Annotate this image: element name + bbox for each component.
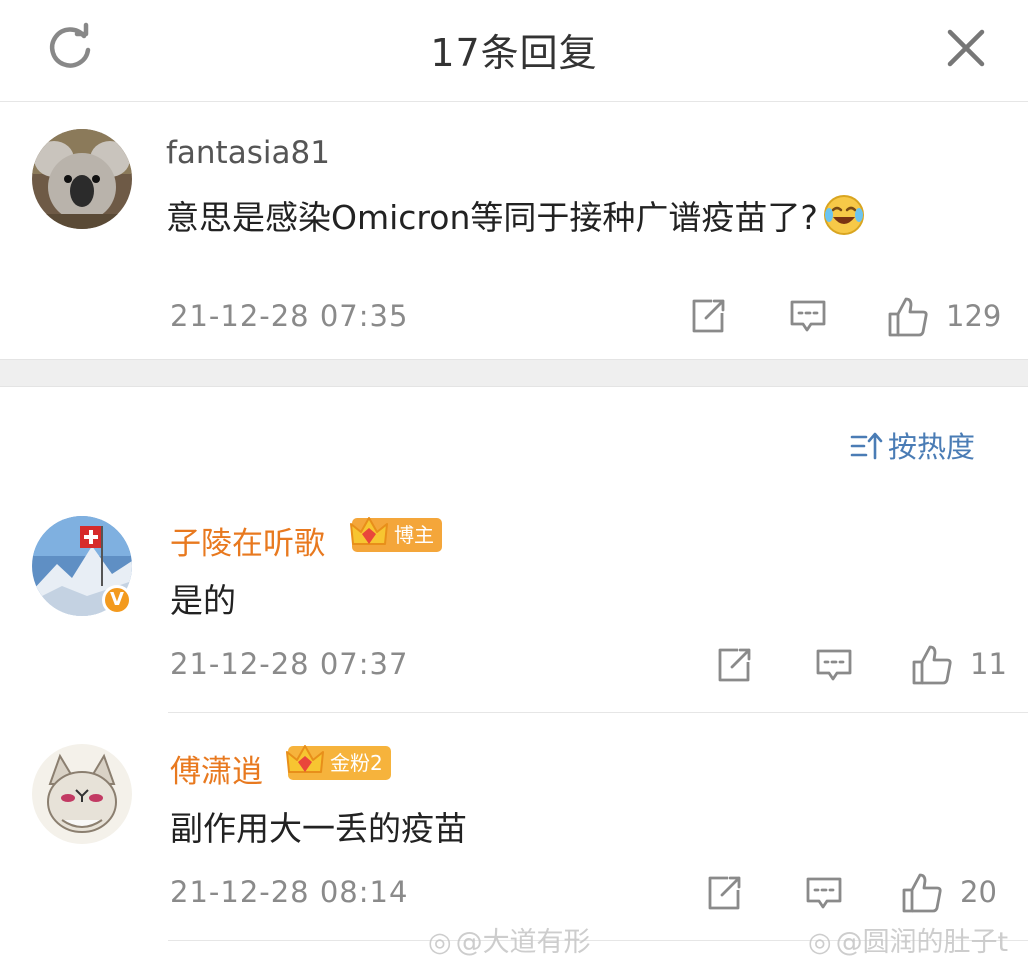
share-icon[interactable] xyxy=(704,873,744,913)
root-comment-body: 意思是感染Omicron等同于接种广谱疫苗了? xyxy=(166,198,818,237)
reply-text: 是的 xyxy=(170,581,236,620)
watermark-text: @圆润的肚子t xyxy=(835,927,1009,958)
share-icon[interactable] xyxy=(714,645,754,685)
root-comment: fantasia81 意思是感染Omicron等同于接种广谱疫苗了? 21-12… xyxy=(0,103,1028,359)
reply-like-count: 11 xyxy=(970,647,1007,681)
watermark-right: ◎ @圆润的肚子t xyxy=(808,920,1008,959)
comment-icon[interactable] xyxy=(788,296,828,336)
koala-avatar-image xyxy=(32,129,132,229)
share-icon[interactable] xyxy=(688,296,728,336)
like-icon[interactable] xyxy=(886,295,930,339)
reply-text: 副作用大一丢的疫苗 xyxy=(170,809,467,848)
root-like-count: 129 xyxy=(946,299,1002,333)
reply-username[interactable]: 傅潇逍 xyxy=(170,746,263,791)
comment-icon[interactable] xyxy=(804,873,844,913)
laugh-cry-emoji-icon xyxy=(823,195,864,235)
reply-timestamp: 21-12-28 08:14 xyxy=(170,875,409,909)
reply-separator xyxy=(168,712,1028,713)
sort-by-hot-button[interactable]: 按热度 xyxy=(850,424,975,466)
like-icon[interactable] xyxy=(900,871,944,915)
crown-icon xyxy=(350,517,388,545)
blogger-badge: 博主 xyxy=(350,517,442,552)
cartoon-avatar-image xyxy=(32,744,132,844)
verified-v-icon: V xyxy=(102,585,132,615)
comment-icon[interactable] xyxy=(814,645,854,685)
section-divider xyxy=(0,359,1028,387)
watermark-left: ◎ @大道有形 xyxy=(428,920,591,959)
reply-username[interactable]: 子陵在听歌 xyxy=(170,518,325,563)
avatar-cartoon-cat[interactable] xyxy=(32,744,132,844)
reply-timestamp: 21-12-28 07:37 xyxy=(170,647,409,681)
close-icon[interactable] xyxy=(940,22,992,74)
badge-label: 金粉2 xyxy=(330,751,383,775)
page-title: 17条回复 xyxy=(430,31,598,75)
like-icon[interactable] xyxy=(910,643,954,687)
crown-icon xyxy=(286,745,324,773)
root-username[interactable]: fantasia81 xyxy=(166,135,330,171)
sort-icon xyxy=(850,432,883,460)
watermark-text: @大道有形 xyxy=(455,927,591,958)
badge-label: 博主 xyxy=(394,523,434,547)
reply-like-count: 20 xyxy=(960,875,997,909)
root-comment-text: 意思是感染Omicron等同于接种广谱疫苗了? xyxy=(166,191,866,239)
avatar-koala[interactable] xyxy=(32,129,132,229)
fan-level-badge: 金粉2 xyxy=(286,745,391,780)
root-timestamp: 21-12-28 07:35 xyxy=(170,299,409,333)
weibo-logo-icon: ◎ xyxy=(808,927,832,958)
weibo-logo-icon: ◎ xyxy=(428,927,452,958)
sort-label: 按热度 xyxy=(888,430,976,464)
reply-header: 17条回复 xyxy=(0,0,1028,102)
